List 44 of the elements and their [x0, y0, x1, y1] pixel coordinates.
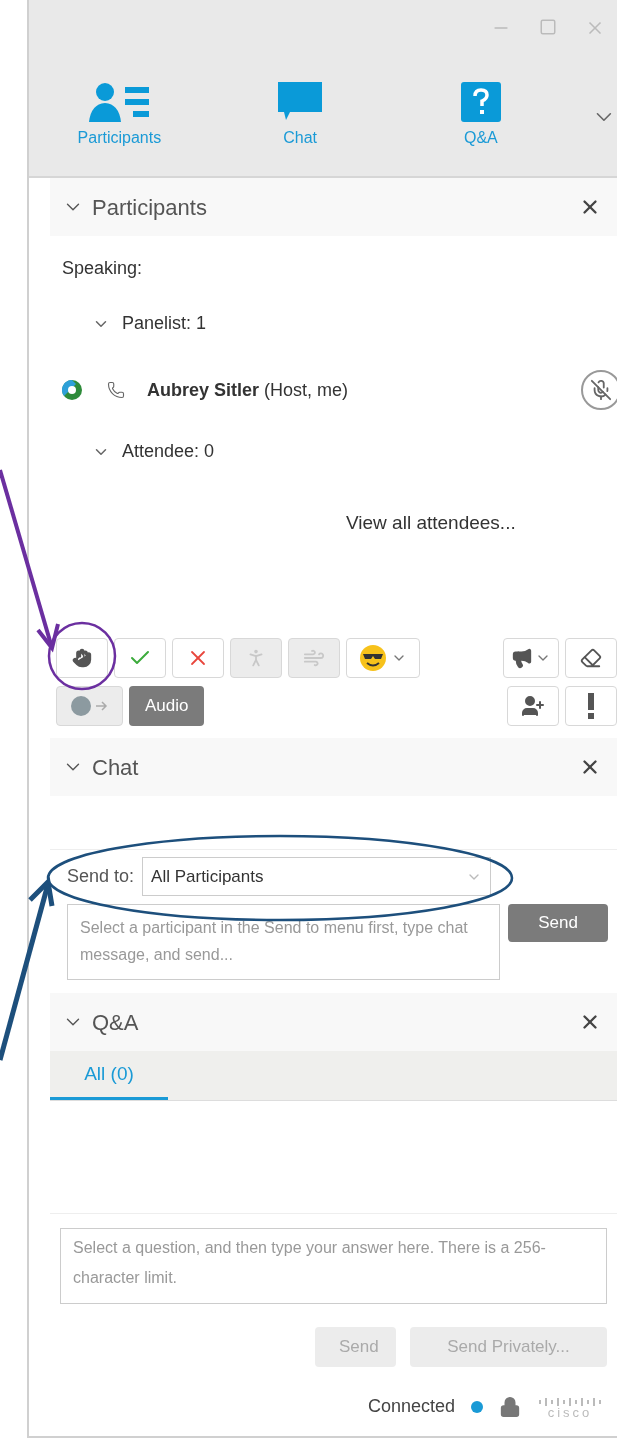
sunglasses-emoji-icon [359, 644, 387, 672]
panel-tab[interactable]: Chat [209, 82, 391, 150]
muted-microphone-icon [590, 379, 612, 401]
recipient-dropdown[interactable]: All Participants [142, 857, 492, 896]
check-button[interactable] [114, 638, 166, 678]
status-icon [62, 380, 82, 400]
group-label: Panelist: 1 [122, 312, 207, 335]
phone-icon [107, 381, 125, 399]
add-user-button[interactable] [507, 686, 559, 726]
annotation-circle [47, 621, 117, 691]
cross-button[interactable] [172, 638, 224, 678]
exclamation-icon [587, 693, 595, 719]
megaphone-button[interactable] [503, 638, 559, 678]
hand-button[interactable] [56, 638, 108, 678]
send-to-label: Send to: [67, 865, 135, 888]
send-button[interactable]: Send [508, 904, 608, 942]
participants-icon [89, 82, 150, 122]
lock-icon [499, 1395, 521, 1418]
mute-button[interactable] [581, 370, 617, 410]
connection-status: Connected [367, 1395, 455, 1418]
speed-icon [303, 647, 325, 669]
chat-message-field[interactable]: Select a participant in the Send to menu first, type chat message, and send... [67, 904, 500, 980]
question-icon [460, 82, 501, 122]
panel-tab[interactable]: Participants [29, 82, 210, 150]
section-title: Q&A [92, 1008, 139, 1037]
group-label: Attendee: 0 [122, 440, 215, 463]
eraser-icon [580, 647, 602, 669]
participant-name: Aubrey Sitler (Host, me) [147, 378, 349, 402]
audio-button[interactable]: Audio [129, 686, 205, 726]
cisco-logo: cisco [537, 1393, 603, 1420]
panel-tab[interactable]: Q&A [390, 82, 572, 150]
speaking-label: Speaking: [62, 257, 143, 280]
alert-button[interactable] [565, 686, 617, 726]
chat-icon [278, 82, 323, 122]
emoji-button[interactable] [346, 638, 420, 678]
view-all-link[interactable]: View all attendees... [346, 509, 516, 538]
globe-icon [69, 695, 110, 717]
section-title: Chat [92, 753, 139, 782]
answer-field[interactable]: Select a question, and then type your answer here. There is a 256-character limit. [60, 1228, 607, 1304]
add-user-icon [521, 694, 545, 718]
eraser-button[interactable] [565, 638, 617, 678]
section-title: Participants [92, 193, 207, 222]
megaphone-icon [511, 647, 533, 669]
hand-icon [72, 648, 92, 668]
